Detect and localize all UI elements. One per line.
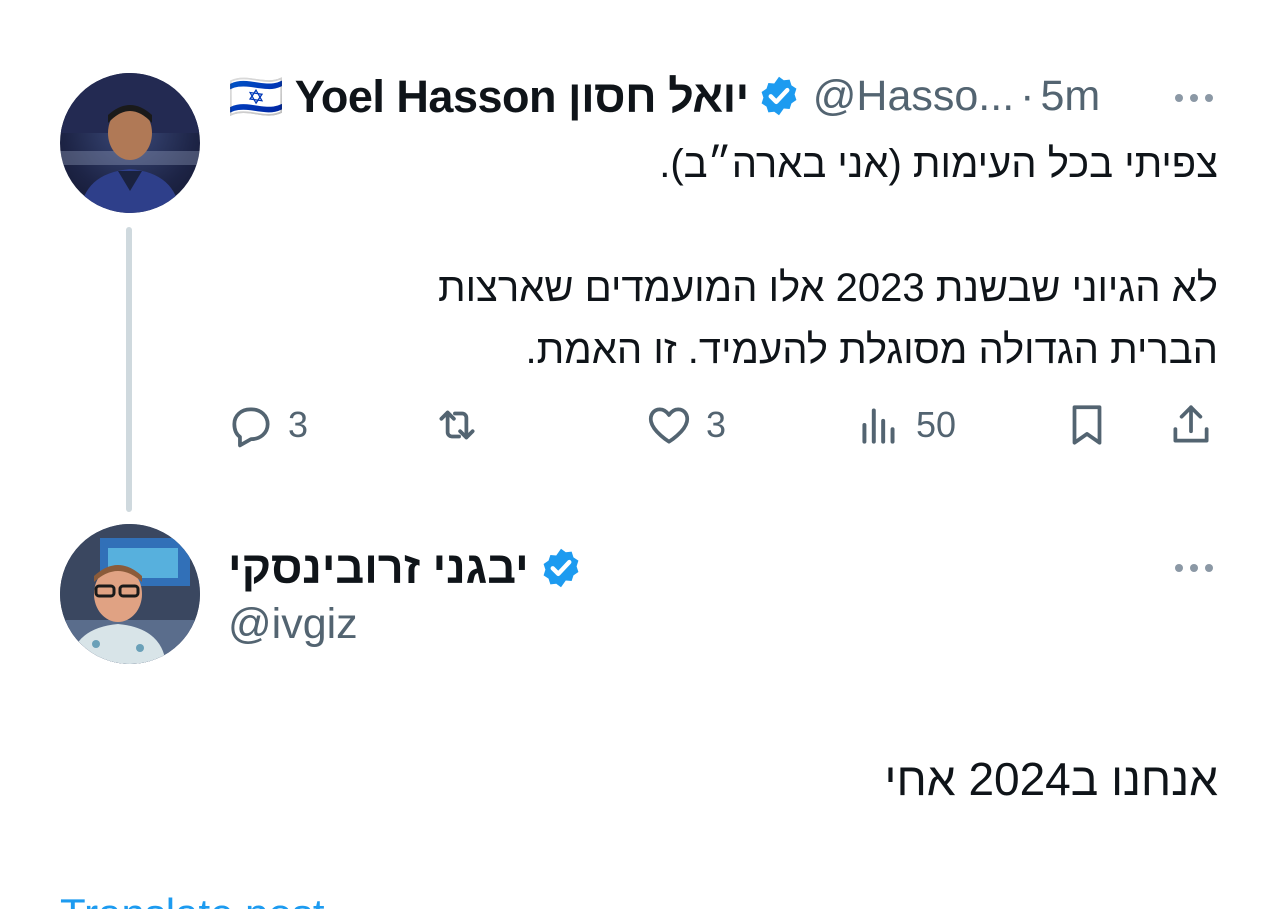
like-count: 3 [706,404,727,445]
avatar-yoel-hasson[interactable] [60,73,200,213]
thread-connector-line [126,227,132,512]
more-options-icon[interactable] [1174,560,1214,572]
tweet-text-line: צפיתי בכל העימות (אני בארה״ב). [659,142,1218,186]
reply-author-handle[interactable]: @ivgiz [228,600,358,649]
verified-badge-icon [539,546,583,590]
bookmark-icon [1072,405,1102,445]
share-button[interactable] [1166,395,1216,455]
heart-icon [648,407,690,444]
reply-header: יבגני זרובינסקי [228,540,583,596]
views-count: 50 [916,404,957,445]
verified-badge-icon [757,74,801,118]
retweet-icon [439,410,475,440]
author-name[interactable]: 🇮🇱 Yoel Hasson יואל חסון [228,70,749,123]
separator: · [1020,71,1035,120]
reply-author-name[interactable]: יבגני זרובינסקי [228,542,529,594]
tweet-text-line: הברית הגדולה מסוגלת להעמיד. זו האמת. [525,328,1218,372]
bookmark-button[interactable] [1062,395,1112,455]
tweet-actions-bar: 3 3 50 [226,395,1226,455]
tweet-text: צפיתי בכל העימות (אני בארה״ב). לא הגיוני… [318,133,1218,381]
bar-chart-icon [862,408,895,444]
tweet-thread: 🇮🇱 Yoel Hasson יואל חסון @Hasso... · 5m … [0,0,1280,909]
avatar-ivgiz[interactable] [60,524,200,664]
views-button[interactable]: 50 [854,395,956,455]
translate-post-link[interactable]: Translate post [60,890,325,909]
speech-bubble-icon [232,407,270,448]
retweet-button[interactable] [432,395,494,455]
author-handle[interactable]: @Hasso... [813,72,1014,121]
more-options-icon[interactable] [1174,90,1214,102]
tweet-header: 🇮🇱 Yoel Hasson יואל חסון @Hasso... · 5m [228,70,1100,123]
reply-button[interactable]: 3 [226,395,308,455]
timestamp[interactable]: 5m [1040,72,1100,121]
share-icon [1173,405,1209,443]
reply-count: 3 [288,404,309,445]
like-button[interactable]: 3 [644,395,726,455]
reply-text: אנחנו ב2024 אחי [884,753,1218,805]
tweet-text-line: לא הגיוני שבשנת 2023 אלו המועמדים שארצות [438,266,1218,310]
